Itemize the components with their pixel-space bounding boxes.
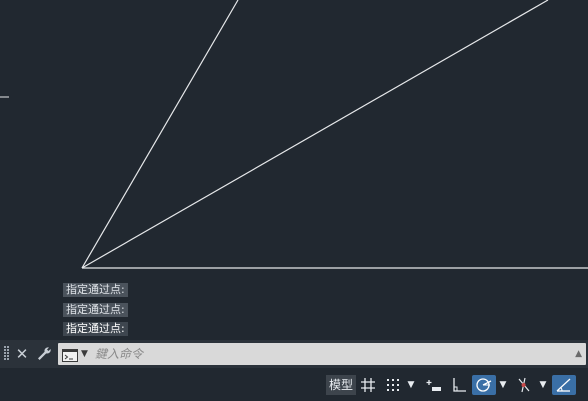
command-history-line: 指定通过点: [63,322,128,336]
command-line-bar: ✕ ▼ 鍵入命令 ▲ [0,340,588,368]
chevron-down-icon[interactable]: ▼ [497,375,509,395]
command-input[interactable]: ▼ 鍵入命令 ▲ [58,343,586,365]
command-prompt-icon[interactable] [62,347,78,362]
construction-line-1[interactable] [81,0,239,269]
command-history-line: 指定通过点: [63,303,128,317]
otrack-icon[interactable] [552,375,576,395]
model-tab[interactable]: 模型 [326,375,356,395]
command-input-placeholder: 鍵入命令 [95,347,144,361]
status-bar: 模型 ▼ ▼ ▼ [0,368,588,401]
wrench-icon[interactable] [35,345,53,363]
chevron-down-icon[interactable]: ▼ [81,348,88,360]
grid-icon[interactable] [358,375,378,395]
osnap-icon[interactable] [512,375,536,395]
ortho-icon[interactable] [448,375,470,395]
grip-icon[interactable] [4,346,10,362]
construction-line-2[interactable] [81,0,549,269]
polar-icon[interactable] [472,375,496,395]
dynamic-input-icon[interactable] [423,375,445,395]
close-icon[interactable]: ✕ [14,345,30,363]
command-history-line: 指定通过点: [63,283,128,297]
chevron-down-icon[interactable]: ▼ [537,375,549,395]
snap-icon[interactable] [382,375,404,395]
chevron-down-icon[interactable]: ▼ [405,375,417,395]
scroll-up-icon[interactable]: ▲ [575,348,582,360]
